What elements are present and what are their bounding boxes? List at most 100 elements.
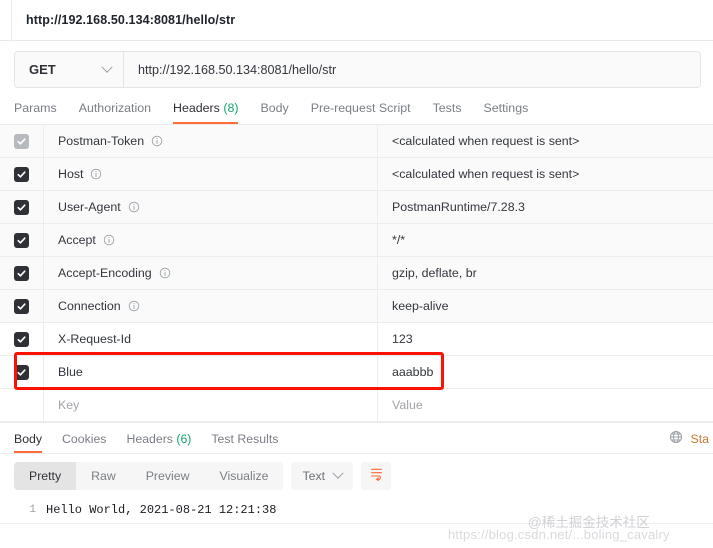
response-body-text: Hello World, 2021-08-21 12:21:38	[46, 502, 276, 519]
url-input[interactable]: http://192.168.50.134:8081/hello/str	[124, 52, 700, 87]
table-row[interactable]: User-Agent PostmanRuntime/7.28.3	[0, 191, 713, 224]
viewer-mode-pretty[interactable]: Pretty	[14, 462, 77, 490]
header-key-cell[interactable]: Accept	[44, 224, 378, 256]
bottom-divider	[0, 523, 713, 524]
response-tab-headers[interactable]: Headers (6)	[116, 432, 201, 453]
tab-pre-request-script[interactable]: Pre-request Script	[300, 101, 422, 124]
info-icon[interactable]	[128, 201, 140, 213]
header-value-label: gzip, deflate, br	[392, 266, 477, 280]
checkbox-icon[interactable]	[14, 166, 29, 182]
response-tab-body-label: Body	[14, 431, 43, 446]
table-row[interactable]: Postman-Token <calculated when request is…	[0, 125, 713, 158]
response-viewer-toolbar: Pretty Raw Preview Visualize Text	[0, 454, 713, 498]
tab-authorization[interactable]: Authorization	[68, 101, 162, 124]
header-key-cell[interactable]: Connection	[44, 290, 378, 322]
checkbox-icon[interactable]	[14, 331, 29, 347]
request-tabs: Params Authorization Headers (8) Body Pr…	[0, 96, 713, 125]
header-value-cell[interactable]: 123	[378, 323, 713, 355]
header-enabled-cell[interactable]	[0, 125, 44, 157]
postman-window: http://192.168.50.134:8081/hello/str GET…	[0, 0, 713, 548]
response-pane: Body Cookies Headers (6) Test Results St…	[0, 423, 713, 519]
info-icon[interactable]	[159, 267, 171, 279]
info-icon[interactable]	[128, 300, 140, 312]
header-key-label: Postman-Token	[58, 134, 145, 148]
method-label: GET	[29, 62, 56, 77]
tab-headers[interactable]: Headers (8)	[162, 101, 249, 124]
tab-body[interactable]: Body	[249, 101, 299, 124]
tab-body-label: Body	[260, 101, 289, 115]
header-enabled-cell[interactable]	[0, 290, 44, 322]
tab-bar-left-edge	[2, 0, 12, 41]
new-header-key-input[interactable]: Key	[44, 389, 378, 421]
response-tab-cookies[interactable]: Cookies	[52, 432, 116, 453]
viewer-mode-visualize-label: Visualize	[219, 469, 269, 483]
response-tab-headers-count: (6)	[176, 431, 192, 446]
tab-tests-label: Tests	[432, 101, 462, 115]
header-value-cell[interactable]: aaabbb	[378, 356, 713, 388]
method-selector[interactable]: GET	[15, 52, 124, 87]
header-value-cell[interactable]: PostmanRuntime/7.28.3	[378, 191, 713, 223]
tab-tests[interactable]: Tests	[422, 101, 473, 124]
table-row-new[interactable]: Key Value	[0, 389, 713, 422]
info-icon[interactable]	[90, 168, 102, 180]
header-value-cell[interactable]: */*	[378, 224, 713, 256]
header-key-cell[interactable]: Postman-Token	[44, 125, 378, 157]
header-key-cell[interactable]: Blue	[44, 356, 378, 388]
header-enabled-cell[interactable]	[0, 191, 44, 223]
header-key-cell[interactable]: X-Request-Id	[44, 323, 378, 355]
header-key-label: Blue	[58, 365, 83, 379]
viewer-mode-visualize[interactable]: Visualize	[204, 462, 283, 490]
header-value-label: */*	[392, 233, 406, 247]
response-tabs: Body Cookies Headers (6) Test Results St…	[0, 423, 713, 454]
header-key-label: Host	[58, 167, 84, 181]
header-enabled-cell[interactable]	[0, 158, 44, 190]
viewer-mode-preview[interactable]: Preview	[131, 462, 205, 490]
table-row[interactable]: Host <calculated when request is sent>	[0, 158, 713, 191]
header-value-cell[interactable]: <calculated when request is sent>	[378, 158, 713, 190]
checkbox-icon[interactable]	[14, 199, 29, 215]
checkbox-icon[interactable]	[14, 133, 29, 149]
header-key-cell[interactable]: User-Agent	[44, 191, 378, 223]
header-value-label: PostmanRuntime/7.28.3	[392, 200, 525, 214]
header-value-cell[interactable]: <calculated when request is sent>	[378, 125, 713, 157]
header-value-label: keep-alive	[392, 299, 449, 313]
header-enabled-cell[interactable]	[0, 257, 44, 289]
viewer-mode-raw[interactable]: Raw	[76, 462, 131, 490]
tab-settings[interactable]: Settings	[473, 101, 540, 124]
viewer-mode-pretty-label: Pretty	[29, 469, 62, 483]
table-row[interactable]: Connection keep-alive	[0, 290, 713, 323]
viewer-mode-preview-label: Preview	[145, 469, 190, 483]
line-number-gutter: 1	[0, 502, 46, 519]
checkbox-icon[interactable]	[14, 265, 29, 281]
status-label: Sta	[690, 431, 709, 446]
table-row[interactable]: Accept-Encoding gzip, deflate, br	[0, 257, 713, 290]
tab-params[interactable]: Params	[14, 101, 68, 124]
format-selector[interactable]: Text	[291, 462, 354, 490]
header-enabled-cell[interactable]	[0, 323, 44, 355]
info-icon[interactable]	[103, 234, 115, 246]
header-enabled-cell[interactable]	[0, 356, 44, 388]
checkbox-icon[interactable]	[14, 298, 29, 314]
tab-authorization-label: Authorization	[78, 101, 152, 115]
table-row[interactable]: Accept */*	[0, 224, 713, 257]
header-enabled-cell[interactable]	[0, 224, 44, 256]
header-value-cell[interactable]: gzip, deflate, br	[378, 257, 713, 289]
checkbox-icon[interactable]	[14, 364, 29, 380]
table-row[interactable]: Blue aaabbb	[0, 356, 713, 389]
header-key-label: Accept-Encoding	[58, 266, 152, 280]
response-body-viewer[interactable]: 1 Hello World, 2021-08-21 12:21:38	[0, 498, 713, 519]
response-tab-body[interactable]: Body	[14, 432, 52, 453]
table-row[interactable]: X-Request-Id 123	[0, 323, 713, 356]
viewer-mode-raw-label: Raw	[91, 469, 116, 483]
header-key-cell[interactable]: Host	[44, 158, 378, 190]
request-tab-title[interactable]: http://192.168.50.134:8081/hello/str	[12, 13, 235, 27]
format-label: Text	[302, 469, 326, 483]
info-icon[interactable]	[151, 135, 163, 147]
new-header-value-input[interactable]: Value	[378, 389, 713, 421]
header-value-cell[interactable]: keep-alive	[378, 290, 713, 322]
wrap-lines-icon	[369, 466, 384, 486]
header-key-cell[interactable]: Accept-Encoding	[44, 257, 378, 289]
wrap-lines-button[interactable]	[361, 462, 392, 490]
checkbox-icon[interactable]	[14, 232, 29, 248]
response-tab-test-results[interactable]: Test Results	[201, 432, 288, 453]
